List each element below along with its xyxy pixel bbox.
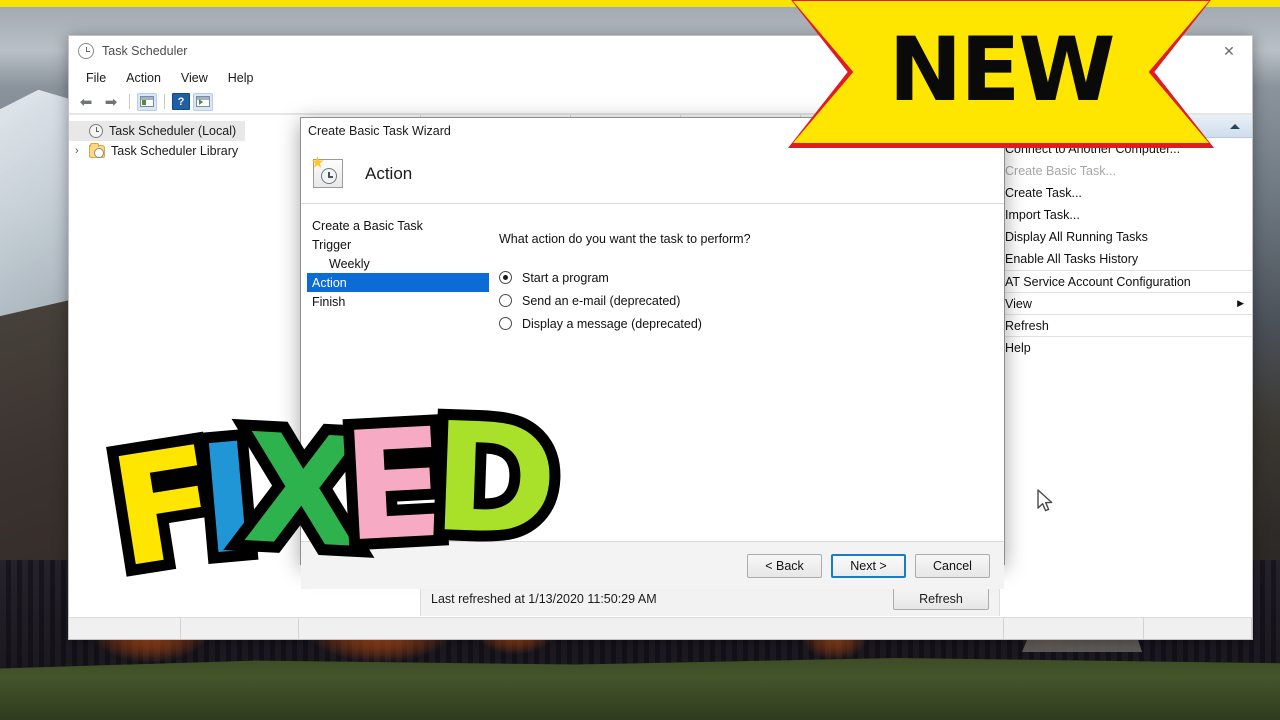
action-item-label: AT Service Account Configuration xyxy=(1005,274,1191,289)
back-arrow-icon[interactable]: ⬅ xyxy=(75,93,97,111)
grass-field xyxy=(0,657,1280,720)
new-banner-overlay: NEW xyxy=(788,0,1214,148)
status-bar xyxy=(69,617,1252,639)
status-bar-cell xyxy=(69,618,181,639)
status-bar-cell xyxy=(299,618,1004,639)
wizard-step-weekly[interactable]: Weekly xyxy=(307,254,483,273)
action-item-label: Display All Running Tasks xyxy=(1005,230,1148,244)
tree-item-label: Task Scheduler Library xyxy=(111,144,239,158)
wizard-step-finish[interactable]: Finish xyxy=(307,292,483,311)
action-item-display-all-running-tasks[interactable]: Display All Running Tasks xyxy=(1000,226,1252,248)
action-item-label: View xyxy=(1005,296,1032,311)
forward-arrow-icon[interactable]: ➡ xyxy=(100,93,122,111)
back-button[interactable]: < Back xyxy=(747,553,822,578)
mouse-pointer-icon xyxy=(1037,489,1053,512)
action-item-import-task[interactable]: Import Task... xyxy=(1000,204,1252,226)
tree-item-label: Task Scheduler (Local) xyxy=(109,124,237,138)
toolbar-separator xyxy=(164,94,165,109)
radio-option-label: Display a message (deprecated) xyxy=(522,316,702,331)
action-item-create-task[interactable]: Create Task... xyxy=(1000,182,1252,204)
wizard-heading: Action xyxy=(365,163,413,183)
status-bar-cell xyxy=(1144,618,1252,639)
action-item-label: Refresh xyxy=(1005,318,1049,333)
action-item-refresh[interactable]: Refresh xyxy=(1000,314,1252,336)
wizard-step-label: Weekly xyxy=(329,256,370,271)
action-item-label: Create Basic Task... xyxy=(1005,164,1116,178)
wizard-step-trigger[interactable]: Trigger xyxy=(307,235,483,254)
action-item-label: Enable All Tasks History xyxy=(1005,252,1139,266)
clock-icon xyxy=(78,43,94,59)
collapse-triangle-icon[interactable] xyxy=(1230,123,1240,129)
window-title: Task Scheduler xyxy=(102,44,188,58)
clock-icon xyxy=(89,124,103,138)
radio-option-display-a-message-deprecated[interactable]: Display a message (deprecated) xyxy=(499,312,1004,335)
menu-view[interactable]: View xyxy=(172,68,217,88)
refresh-button[interactable]: Refresh xyxy=(893,587,989,610)
chevron-right-icon[interactable]: › xyxy=(75,145,89,157)
folder-clock-icon xyxy=(89,142,105,158)
menu-file[interactable]: File xyxy=(77,68,115,88)
wizard-question: What action do you want the task to perf… xyxy=(499,232,751,246)
action-item-create-basic-task: Create Basic Task... xyxy=(1000,160,1252,182)
radio-button-icon[interactable] xyxy=(499,294,512,307)
action-item-enable-all-tasks-history[interactable]: Enable All Tasks History xyxy=(1000,248,1252,270)
show-hide-console-tree-icon[interactable] xyxy=(137,92,157,111)
wizard-step-create-a-basic-task[interactable]: Create a Basic Task xyxy=(307,216,483,235)
submenu-arrow-icon: ▶ xyxy=(1237,298,1244,308)
radio-button-icon[interactable] xyxy=(499,271,512,284)
radio-option-start-a-program[interactable]: Start a program xyxy=(499,266,1004,289)
action-item-help[interactable]: Help xyxy=(1000,336,1252,358)
wizard-header: Action xyxy=(301,144,1004,204)
actions-list: Connect to Another Computer... Create Bas… xyxy=(1000,138,1252,358)
show-hide-action-pane-icon[interactable] xyxy=(193,92,213,111)
help-icon[interactable]: ? xyxy=(172,93,190,110)
menu-action[interactable]: Action xyxy=(117,68,170,88)
scheduled-task-icon xyxy=(311,156,343,188)
actions-pane: Connect to Another Computer... Create Bas… xyxy=(999,115,1252,616)
action-item-label: Help xyxy=(1005,340,1031,355)
action-radio-group: Start a program Send an e-mail (deprecate… xyxy=(499,266,1004,335)
wizard-step-label: Action xyxy=(312,275,347,290)
radio-option-label: Send an e-mail (deprecated) xyxy=(522,293,681,308)
action-item-at-service-account-configuration[interactable]: AT Service Account Configuration xyxy=(1000,270,1252,292)
next-button[interactable]: Next > xyxy=(831,553,906,578)
wizard-step-label: Create a Basic Task xyxy=(312,218,423,233)
tree-item-task-scheduler-local[interactable]: Task Scheduler (Local) xyxy=(69,121,245,141)
wizard-step-action[interactable]: Action xyxy=(307,273,489,292)
action-item-view[interactable]: View ▶ xyxy=(1000,292,1252,314)
action-item-label: Import Task... xyxy=(1005,208,1080,222)
status-bar-cell xyxy=(181,618,299,639)
new-banner-label: NEW xyxy=(888,17,1116,121)
radio-button-icon[interactable] xyxy=(499,317,512,330)
action-item-label: Create Task... xyxy=(1005,186,1082,200)
graffiti-letter: D xyxy=(419,380,572,580)
fixed-graffiti-overlay: FIXED xyxy=(90,380,742,613)
radio-option-label: Start a program xyxy=(522,270,609,285)
cancel-button[interactable]: Cancel xyxy=(915,553,990,578)
toolbar-separator xyxy=(129,94,130,109)
wizard-step-label: Finish xyxy=(312,294,346,309)
status-bar-cell xyxy=(1004,618,1144,639)
menu-help[interactable]: Help xyxy=(219,68,263,88)
radio-option-send-an-e-mail-deprecated[interactable]: Send an e-mail (deprecated) xyxy=(499,289,1004,312)
wizard-step-label: Trigger xyxy=(312,237,352,252)
